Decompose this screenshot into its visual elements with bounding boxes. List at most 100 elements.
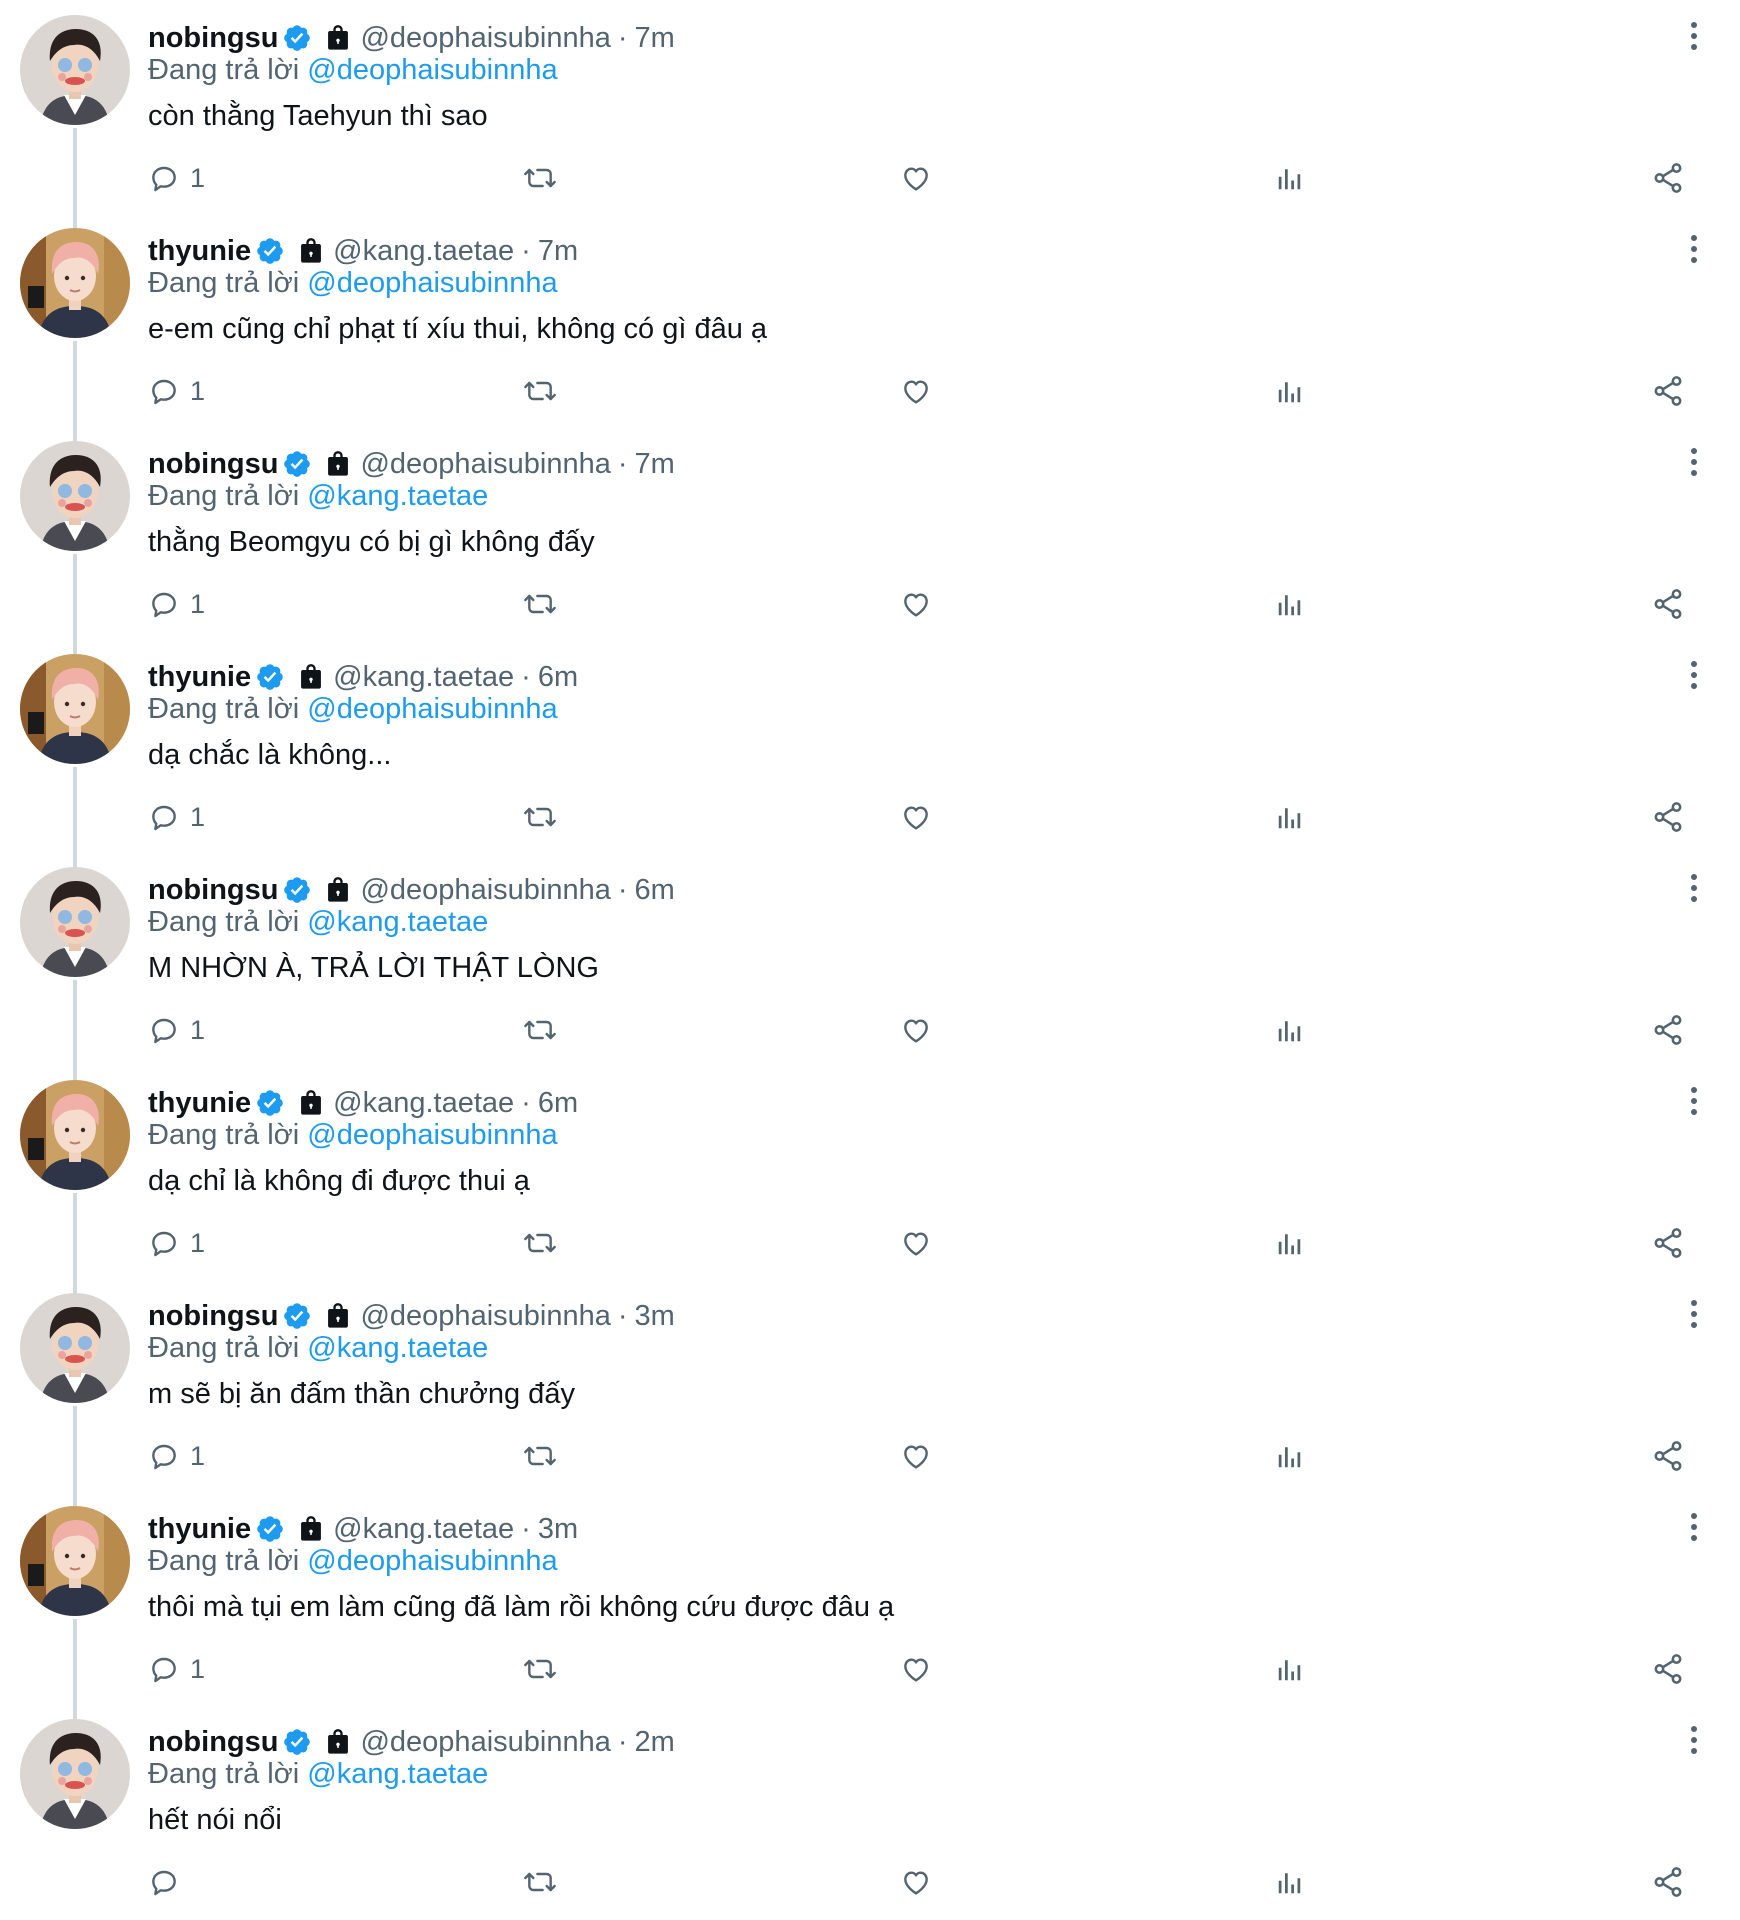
avatar-nobingsu[interactable] [20,1719,130,1829]
like-button[interactable] [899,794,933,840]
author-handle[interactable]: @kang.taetae [333,235,514,268]
timestamp[interactable]: 3m [538,1513,578,1546]
reply-button[interactable]: 1 [148,1220,205,1266]
more-icon[interactable] [1682,1722,1706,1758]
timestamp[interactable]: 7m [635,448,675,481]
author-handle[interactable]: @deophaisubinnha [360,22,610,55]
author-display-name[interactable]: nobingsu [148,874,278,907]
author-display-name[interactable]: thyunie [148,235,251,268]
share-button[interactable] [1651,155,1685,201]
timestamp[interactable]: 7m [635,22,675,55]
replying-to-mention[interactable]: @kang.taetae [307,480,488,512]
tweet[interactable]: thyunie @kang.taetae · 6m Đang trả lời @… [0,639,1740,867]
avatar-thyunie[interactable] [20,1506,130,1616]
author-display-name[interactable]: nobingsu [148,22,278,55]
views-button[interactable] [1275,368,1305,414]
timestamp[interactable]: 6m [538,1087,578,1120]
tweet[interactable]: thyunie @kang.taetae · 6m Đang trả lời @… [0,1065,1740,1293]
author-display-name[interactable]: nobingsu [148,1726,278,1759]
replying-to-mention[interactable]: @deophaisubinnha [307,54,557,86]
replying-to-mention[interactable]: @kang.taetae [307,1758,488,1790]
views-button[interactable] [1275,1433,1305,1479]
avatar-thyunie[interactable] [20,228,130,338]
retweet-button[interactable] [521,1007,559,1053]
views-button[interactable] [1275,1646,1305,1692]
share-button[interactable] [1651,1220,1685,1266]
replying-to-mention[interactable]: @deophaisubinnha [307,1545,557,1577]
share-button[interactable] [1651,1646,1685,1692]
reply-button[interactable]: 1 [148,368,205,414]
more-icon[interactable] [1682,657,1706,693]
author-display-name[interactable]: nobingsu [148,1300,278,1333]
views-button[interactable] [1275,1859,1305,1905]
like-button[interactable] [899,1859,933,1905]
tweet[interactable]: nobingsu @deophaisubinnha · 7m Đang trả … [0,0,1740,228]
tweet[interactable]: nobingsu @deophaisubinnha · 6m Đang trả … [0,852,1740,1080]
retweet-button[interactable] [521,368,559,414]
timestamp[interactable]: 3m [635,1300,675,1333]
more-icon[interactable] [1682,444,1706,480]
tweet[interactable]: nobingsu @deophaisubinnha · 2m Đang trả … [0,1704,1740,1917]
reply-button[interactable]: 1 [148,1646,205,1692]
retweet-button[interactable] [521,794,559,840]
author-handle[interactable]: @kang.taetae [333,1087,514,1120]
more-icon[interactable] [1682,18,1706,54]
reply-button[interactable]: 1 [148,1433,205,1479]
author-display-name[interactable]: nobingsu [148,448,278,481]
replying-to-mention[interactable]: @deophaisubinnha [307,693,557,725]
more-icon[interactable] [1682,1296,1706,1332]
retweet-button[interactable] [521,1433,559,1479]
author-display-name[interactable]: thyunie [148,1513,251,1546]
like-button[interactable] [899,368,933,414]
timestamp[interactable]: 6m [635,874,675,907]
tweet[interactable]: thyunie @kang.taetae · 3m Đang trả lời @… [0,1491,1740,1719]
share-button[interactable] [1651,368,1685,414]
like-button[interactable] [899,155,933,201]
more-icon[interactable] [1682,1509,1706,1545]
like-button[interactable] [899,1646,933,1692]
reply-button[interactable]: 1 [148,794,205,840]
views-button[interactable] [1275,581,1305,627]
like-button[interactable] [899,1220,933,1266]
timestamp[interactable]: 7m [538,235,578,268]
timestamp[interactable]: 2m [635,1726,675,1759]
retweet-button[interactable] [521,581,559,627]
like-button[interactable] [899,1433,933,1479]
like-button[interactable] [899,1007,933,1053]
share-button[interactable] [1651,1859,1685,1905]
author-handle[interactable]: @deophaisubinnha [360,1726,610,1759]
reply-button[interactable]: 1 [148,581,205,627]
share-button[interactable] [1651,1433,1685,1479]
views-button[interactable] [1275,1007,1305,1053]
retweet-button[interactable] [521,1859,559,1905]
avatar-nobingsu[interactable] [20,441,130,551]
share-button[interactable] [1651,581,1685,627]
avatar-nobingsu[interactable] [20,15,130,125]
author-handle[interactable]: @deophaisubinnha [360,448,610,481]
tweet[interactable]: nobingsu @deophaisubinnha · 3m Đang trả … [0,1278,1740,1506]
avatar-thyunie[interactable] [20,654,130,764]
avatar-thyunie[interactable] [20,1080,130,1190]
author-handle[interactable]: @kang.taetae [333,661,514,694]
author-display-name[interactable]: thyunie [148,661,251,694]
share-button[interactable] [1651,1007,1685,1053]
views-button[interactable] [1275,794,1305,840]
share-button[interactable] [1651,794,1685,840]
author-display-name[interactable]: thyunie [148,1087,251,1120]
reply-button[interactable]: 1 [148,1007,205,1053]
reply-button[interactable]: 1 [148,155,205,201]
tweet[interactable]: thyunie @kang.taetae · 7m Đang trả lời @… [0,213,1740,441]
replying-to-mention[interactable]: @deophaisubinnha [307,1119,557,1151]
author-handle[interactable]: @kang.taetae [333,1513,514,1546]
views-button[interactable] [1275,1220,1305,1266]
more-icon[interactable] [1682,1083,1706,1119]
reply-button[interactable] [148,1859,190,1905]
more-icon[interactable] [1682,870,1706,906]
retweet-button[interactable] [521,1646,559,1692]
avatar-nobingsu[interactable] [20,867,130,977]
retweet-button[interactable] [521,155,559,201]
replying-to-mention[interactable]: @kang.taetae [307,1332,488,1364]
like-button[interactable] [899,581,933,627]
views-button[interactable] [1275,155,1305,201]
replying-to-mention[interactable]: @deophaisubinnha [307,267,557,299]
